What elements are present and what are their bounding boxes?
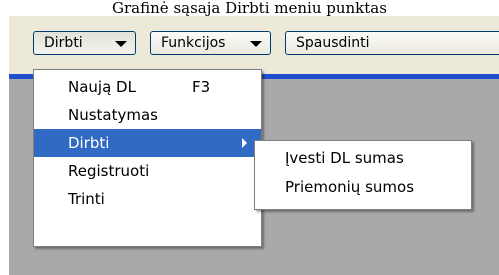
chevron-down-icon: [115, 41, 127, 47]
menu-item-label: Dirbti: [68, 134, 110, 152]
dirbti-menu-button[interactable]: Dirbti: [33, 31, 136, 55]
funkcijos-button-label: Funkcijos: [161, 35, 226, 51]
toolbar: Dirbti Funkcijos Spausdinti: [9, 16, 499, 74]
menu-item-registruoti[interactable]: Registruoti: [34, 157, 261, 185]
submenu-item-ivesti-dl-sumas[interactable]: Įvesti DL sumas: [255, 144, 471, 173]
menu-item-label: Priemonių sumos: [285, 178, 415, 196]
spausdinti-button-label: Spausdinti: [296, 35, 370, 51]
menu-item-nustatymas[interactable]: Nustatymas: [34, 101, 261, 129]
menu-item-label: Trinti: [68, 190, 105, 208]
menu-item-label: Naują DL: [68, 78, 136, 96]
funkcijos-menu-button[interactable]: Funkcijos: [150, 31, 271, 55]
menu-item-dirbti[interactable]: Dirbti: [34, 129, 261, 157]
menu-item-label: Nustatymas: [68, 106, 158, 124]
page-caption: Grafinė sąsaja Dirbti meniu punktas: [0, 0, 499, 16]
dirbti-dropdown-menu: Naują DL F3 Nustatymas Dirbti Registruot…: [33, 69, 262, 247]
submenu-item-priemoniu-sumos[interactable]: Priemonių sumos: [255, 173, 471, 202]
dirbti-button-label: Dirbti: [44, 35, 83, 51]
spausdinti-menu-button[interactable]: Spausdinti: [285, 31, 499, 55]
menu-item-label: Registruoti: [68, 162, 150, 180]
submenu-arrow-icon: [242, 138, 247, 148]
menu-item-label: Įvesti DL sumas: [285, 149, 404, 167]
menu-item-trinti[interactable]: Trinti: [34, 185, 261, 213]
menu-item-shortcut: F3: [192, 78, 211, 96]
dirbti-submenu: Įvesti DL sumas Priemonių sumos: [254, 140, 472, 210]
menu-item-naujas-dl[interactable]: Naują DL F3: [34, 73, 261, 101]
chevron-down-icon: [250, 41, 262, 47]
